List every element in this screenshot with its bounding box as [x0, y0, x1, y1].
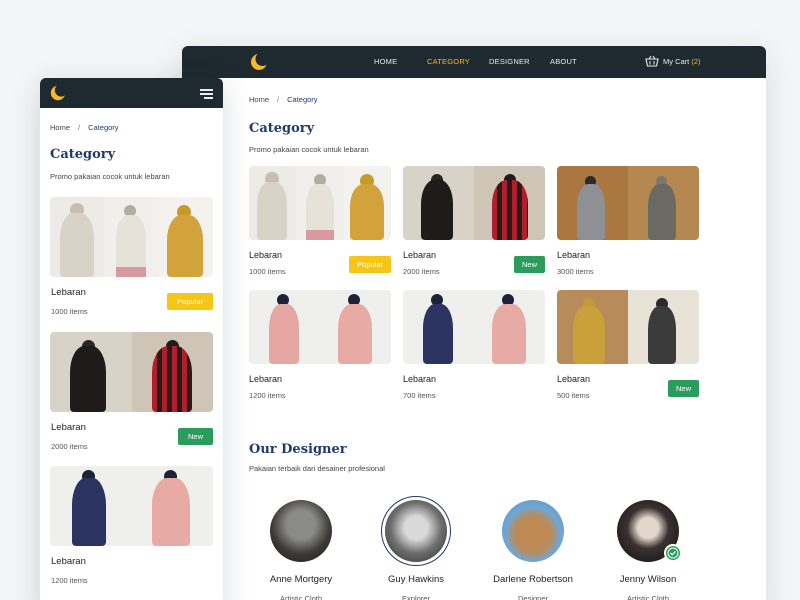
cart-count: (2): [691, 56, 701, 66]
category-count: 1000 items: [51, 307, 88, 316]
breadcrumb-current: Category: [88, 123, 119, 132]
category-card[interactable]: Lebaran 3000 items: [557, 166, 699, 276]
nav-category[interactable]: CATEGORY: [427, 57, 470, 66]
breadcrumb-separator: /: [277, 95, 280, 104]
category-count: 1200 items: [51, 576, 88, 585]
badge-popular: Popular: [349, 256, 391, 273]
badge-new: New: [513, 256, 545, 273]
nav-designer[interactable]: DESIGNER: [489, 57, 530, 66]
category-card[interactable]: Lebaran 500 items New: [557, 290, 699, 400]
category-count: 2000 items: [403, 267, 440, 276]
category-card[interactable]: Lebaran 1200 items: [249, 290, 391, 400]
designer-card[interactable]: Anne Mortgery Artistic Cloth: [246, 500, 356, 600]
category-image: [50, 197, 213, 277]
breadcrumb-current: Category: [287, 95, 318, 104]
mobile-frame: Home / Category Category Promo pakaian c…: [40, 78, 223, 600]
breadcrumb: Home / Category: [50, 123, 119, 132]
category-image: [557, 290, 699, 364]
designer-role: Artistic Cloth: [279, 594, 323, 600]
category-name: Lebaran: [557, 250, 591, 260]
category-name: Lebaran: [403, 374, 437, 384]
designer-card[interactable]: Darlene Robertson Designer: [478, 500, 588, 600]
designer-card[interactable]: Guy Hawkins Explorer: [361, 500, 471, 600]
category-name: Lebaran: [557, 374, 591, 384]
category-card[interactable]: Lebaran 1000 items Popular: [50, 197, 213, 316]
category-card[interactable]: Lebaran 2000 items New: [50, 332, 213, 451]
category-name: Lebaran: [249, 374, 283, 384]
category-image: [50, 466, 213, 546]
top-navbar: HOME CATEGORY DESIGNER ABOUT My Cart (2): [182, 46, 766, 78]
page-subtitle: Promo pakaian cocok untuk lebaran: [249, 145, 369, 154]
designer-role: Artistic Cloth: [626, 594, 670, 600]
designer-name: Anne Mortgery: [269, 574, 333, 585]
category-name: Lebaran: [249, 250, 283, 260]
designer-role: Designer: [517, 594, 548, 600]
category-image: [557, 166, 699, 240]
verified-check-icon: [664, 544, 682, 562]
category-name: Lebaran: [51, 287, 86, 298]
category-name: Lebaran: [51, 556, 86, 567]
category-name: Lebaran: [403, 250, 437, 260]
crescent-moon-icon[interactable]: [49, 84, 67, 102]
designer-section-title: Our Designer: [249, 442, 347, 457]
cart-button[interactable]: My Cart (2): [645, 55, 701, 67]
crescent-moon-icon[interactable]: [249, 52, 269, 72]
page-title: Category: [249, 121, 315, 136]
page-title: Category: [50, 147, 116, 162]
badge-new: New: [667, 380, 699, 397]
nav-home[interactable]: HOME: [374, 57, 397, 66]
designer-name: Jenny Wilson: [619, 574, 677, 585]
category-name: Lebaran: [51, 422, 86, 433]
nav-about[interactable]: ABOUT: [550, 57, 577, 66]
basket-icon: [645, 55, 659, 67]
breadcrumb-home[interactable]: Home: [249, 95, 269, 104]
category-count: 2000 items: [51, 442, 88, 451]
designer-role: Explorer: [402, 594, 430, 600]
cart-label: My Cart (2): [663, 56, 701, 66]
desktop-frame: HOME CATEGORY DESIGNER ABOUT My Cart (2)…: [182, 46, 766, 600]
category-image: [403, 290, 545, 364]
category-image: [249, 290, 391, 364]
hamburger-menu-icon[interactable]: [200, 89, 213, 101]
category-image: [249, 166, 391, 240]
avatar: [385, 500, 447, 562]
breadcrumb-home[interactable]: Home: [50, 123, 70, 132]
category-count: 500 items: [557, 391, 590, 400]
breadcrumb: Home / Category: [249, 95, 318, 104]
designer-name: Guy Hawkins: [388, 574, 444, 585]
category-card[interactable]: Lebaran 700 items: [403, 290, 545, 400]
avatar: [617, 500, 682, 562]
category-card[interactable]: Lebaran 2000 items New: [403, 166, 545, 276]
avatar: [502, 500, 564, 562]
page-subtitle: Promo pakaian cocok untuk lebaran: [50, 172, 170, 181]
category-count: 3000 items: [557, 267, 594, 276]
avatar: [270, 500, 332, 562]
category-image: [403, 166, 545, 240]
category-count: 1200 items: [249, 391, 286, 400]
designer-name: Darlene Robertson: [493, 574, 573, 585]
category-count: 1000 items: [249, 267, 286, 276]
category-card[interactable]: Lebaran 1000 items Popular: [249, 166, 391, 276]
breadcrumb-separator: /: [78, 123, 81, 132]
category-image: [50, 332, 213, 412]
category-card[interactable]: Lebaran 1200 items: [50, 466, 213, 585]
badge-popular: Popular: [167, 293, 213, 310]
badge-new: New: [177, 428, 213, 445]
designer-section-subtitle: Pakaian terbaik dari desainer profesiona…: [249, 464, 385, 473]
category-count: 700 items: [403, 391, 436, 400]
designer-card[interactable]: Jenny Wilson Artistic Cloth: [593, 500, 703, 600]
mobile-navbar: [40, 78, 223, 108]
